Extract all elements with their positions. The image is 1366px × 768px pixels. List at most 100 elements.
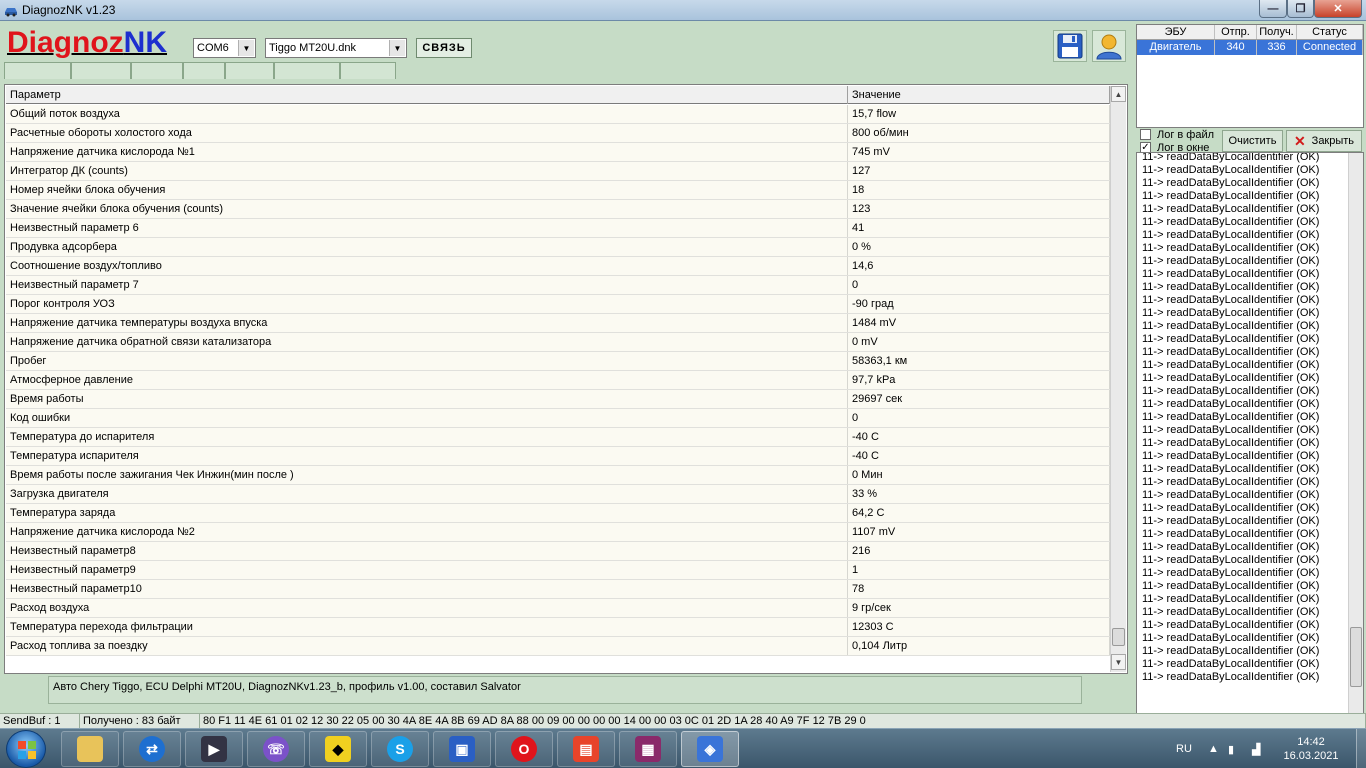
log-to-file-checkbox[interactable]: Лог в файл (1140, 128, 1214, 141)
save-button[interactable] (1053, 30, 1087, 62)
table-row[interactable]: Код ошибки 0 (6, 409, 1110, 428)
connect-button[interactable]: СВЯЗЬ (416, 38, 472, 58)
show-desktop-button[interactable] (1356, 729, 1366, 768)
table-row[interactable]: Значение ячейки блока обучения (counts) 1… (6, 200, 1110, 219)
log-line: 11-> readDataByLocalIdentifier (OK) (1142, 216, 1320, 228)
log-line: 11-> readDataByLocalIdentifier (OK) (1142, 307, 1320, 319)
table-row[interactable]: Температура до испарителя -40 C (6, 428, 1110, 447)
winrar-icon: ▦ (635, 736, 661, 762)
parameter-name: Температура до испарителя (6, 428, 848, 446)
close-window-button[interactable]: ✕ (1314, 0, 1362, 18)
taskbar-file-explorer[interactable] (61, 731, 119, 767)
table-row[interactable]: Расход воздуха 9 гр/сек (6, 599, 1110, 618)
tab-5[interactable] (225, 62, 274, 79)
taskbar-batman[interactable]: ◆ (309, 731, 367, 767)
table-row[interactable]: Порог контроля УОЗ -90 град (6, 295, 1110, 314)
column-header-parameter[interactable]: Параметр (6, 86, 848, 104)
ecu-sent: 340 (1215, 40, 1257, 55)
maximize-button[interactable]: ❐ (1287, 0, 1314, 18)
tab-2[interactable] (71, 62, 131, 79)
parameter-name: Неизвестный параметр 6 (6, 219, 848, 237)
table-row[interactable]: Напряжение датчика обратной связи катали… (6, 333, 1110, 352)
close-log-button[interactable]: ✕ Закрыть (1286, 130, 1362, 152)
grid-scrollbar[interactable]: ▲ ▼ (1110, 86, 1126, 672)
taskbar-floppy[interactable]: ▣ (433, 731, 491, 767)
ecu-row-engine[interactable]: Двигатель 340 336 Connected (1137, 40, 1363, 55)
language-indicator[interactable]: RU (1176, 729, 1192, 768)
table-row[interactable]: Время работы после зажигания Чек Инжин(м… (6, 466, 1110, 485)
table-row[interactable]: Время работы 29697 сек (6, 390, 1110, 409)
received-status: Получено : 83 байт (80, 714, 200, 728)
log-line: 11-> readDataByLocalIdentifier (OK) (1142, 424, 1320, 436)
table-row[interactable]: Номер ячейки блока обучения 18 (6, 181, 1110, 200)
table-row[interactable]: Атмосферное давление 97,7 kPa (6, 371, 1110, 390)
signal-icon[interactable]: ▟ (1252, 729, 1260, 768)
clock-time: 14:42 (1297, 736, 1325, 748)
chevron-down-icon[interactable]: ▼ (389, 40, 405, 56)
table-row[interactable]: Температура перехода фильтрации 12303 C (6, 618, 1110, 637)
table-row[interactable]: Неизвестный параметр9 1 (6, 561, 1110, 580)
taskbar-presentation[interactable]: ▤ (557, 731, 615, 767)
table-row[interactable]: Загрузка двигателя 33 % (6, 485, 1110, 504)
log-line: 11-> readDataByLocalIdentifier (OK) (1142, 320, 1320, 332)
checkbox-unchecked-icon[interactable] (1140, 129, 1151, 140)
tab-3[interactable] (131, 62, 183, 79)
tab-4[interactable] (183, 62, 225, 79)
parameter-value: 1107 mV (848, 523, 1110, 541)
clear-log-button[interactable]: Очистить (1222, 130, 1283, 152)
parameter-name: Загрузка двигателя (6, 485, 848, 503)
parameter-name: Интегратор ДК (counts) (6, 162, 848, 180)
app-icon (5, 8, 17, 17)
profile-select[interactable]: Tiggo MT20U.dnk ▼ (265, 38, 407, 58)
taskbar-diagnoznk[interactable]: ◈ (681, 731, 739, 767)
taskbar-teamviewer[interactable]: ⇄ (123, 731, 181, 767)
scroll-thumb[interactable] (1112, 628, 1125, 646)
table-row[interactable]: Расход топлива за поездку 0,104 Литр (6, 637, 1110, 656)
column-header-value[interactable]: Значение (848, 86, 1110, 104)
parameter-name: Время работы после зажигания Чек Инжин(м… (6, 466, 848, 484)
system-clock[interactable]: 14:42 16.03.2021 (1276, 735, 1346, 763)
parameter-value: -90 град (848, 295, 1110, 313)
taskbar-opera[interactable]: O (495, 731, 553, 767)
table-row[interactable]: Пробег 58363,1 км (6, 352, 1110, 371)
taskbar-viber[interactable]: ☏ (247, 731, 305, 767)
table-row[interactable]: Неизвестный параметр8 216 (6, 542, 1110, 561)
tray-expand-icon[interactable]: ▲ (1208, 729, 1219, 768)
table-row[interactable]: Температура испарителя -40 C (6, 447, 1110, 466)
scroll-down-icon[interactable]: ▼ (1111, 654, 1126, 670)
table-row[interactable]: Интегратор ДК (counts) 127 (6, 162, 1110, 181)
ecu-status: Connected (1297, 40, 1363, 55)
log-line: 11-> readDataByLocalIdentifier (OK) (1142, 164, 1320, 176)
log-line: 11-> readDataByLocalIdentifier (OK) (1142, 268, 1320, 280)
user-button[interactable] (1092, 30, 1126, 62)
table-row[interactable]: Неизвестный параметр 70 (6, 276, 1110, 295)
table-row[interactable]: Расчетные обороты холостого хода 800 об/м… (6, 124, 1110, 143)
raw-bytes: 80 F1 11 4E 61 01 02 12 30 22 05 00 30 4… (200, 714, 1366, 728)
start-button[interactable] (6, 730, 46, 768)
ecu-name: Двигатель (1137, 40, 1215, 55)
table-row[interactable]: Общий поток воздуха 15,7 flow (6, 105, 1110, 124)
tab-6[interactable] (274, 62, 340, 79)
table-row[interactable]: Напряжение датчика температуры воздуха в… (6, 314, 1110, 333)
minimize-button[interactable]: — (1259, 0, 1287, 18)
table-row[interactable]: Продувка адсорбера 0 % (6, 238, 1110, 257)
table-row[interactable]: Напряжение датчика кислорода №1 745 mV (6, 143, 1110, 162)
scroll-up-icon[interactable]: ▲ (1111, 86, 1126, 102)
table-row[interactable]: Соотношение воздух/топливо 14,6 (6, 257, 1110, 276)
taskbar-winrar[interactable]: ▦ (619, 731, 677, 767)
parameter-name: Неизвестный параметр9 (6, 561, 848, 579)
port-select[interactable]: COM6 ▼ (193, 38, 256, 58)
taskbar-skype[interactable]: S (371, 731, 429, 767)
log-scroll-thumb[interactable] (1350, 627, 1362, 687)
log-scrollbar[interactable] (1348, 153, 1363, 718)
taskbar-video-pro[interactable]: ▶ (185, 731, 243, 767)
table-row[interactable]: Напряжение датчика кислорода №2 1107 mV (6, 523, 1110, 542)
table-row[interactable]: Неизвестный параметр10 78 (6, 580, 1110, 599)
tab-1[interactable] (4, 62, 71, 79)
network-icon[interactable]: ▮ (1228, 729, 1234, 768)
chevron-down-icon[interactable]: ▼ (238, 40, 254, 56)
tab-7[interactable] (340, 62, 396, 79)
parameter-name: Соотношение воздух/топливо (6, 257, 848, 275)
table-row[interactable]: Температура заряда 64,2 C (6, 504, 1110, 523)
table-row[interactable]: Неизвестный параметр 6 41 (6, 219, 1110, 238)
